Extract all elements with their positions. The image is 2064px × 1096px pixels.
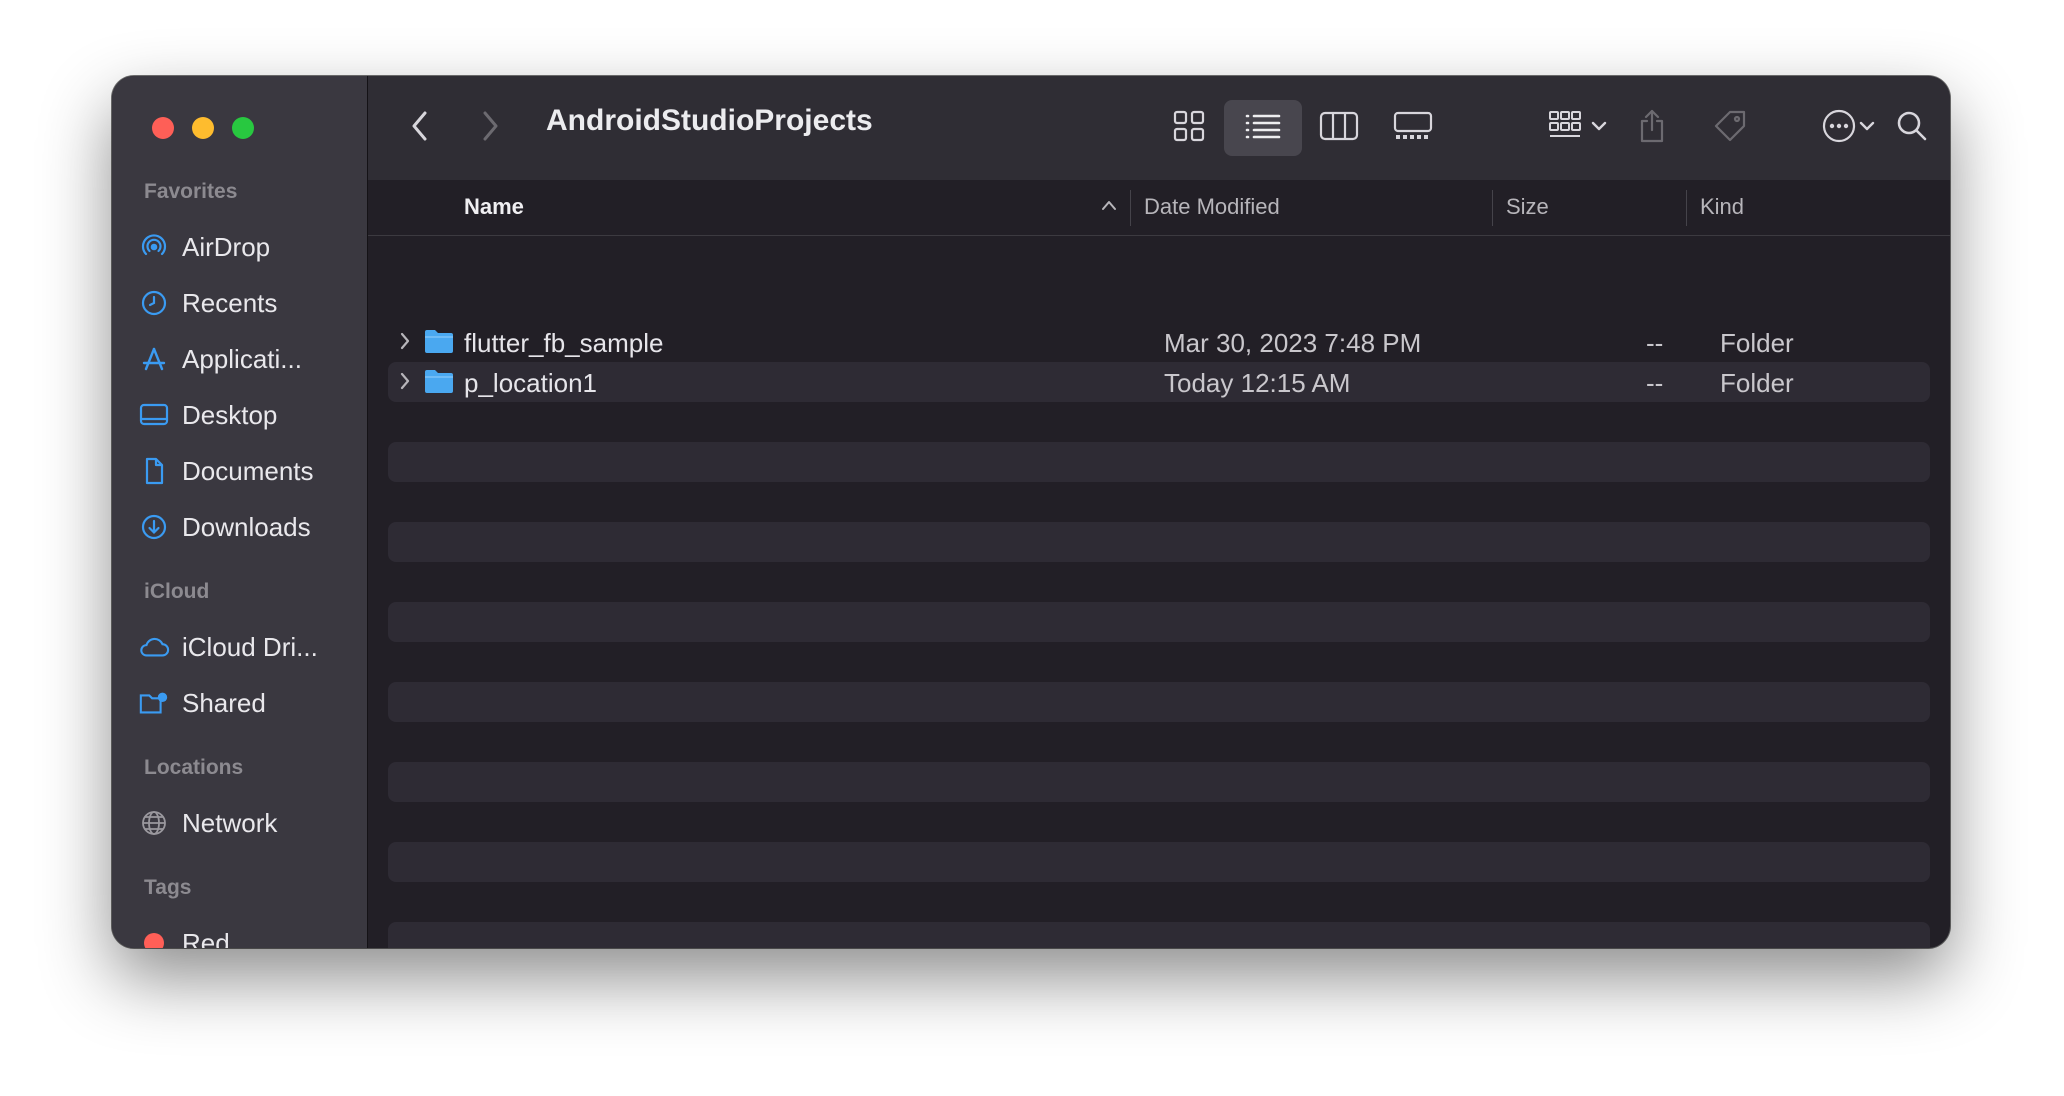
sidebar-item-label: Recents (182, 287, 278, 318)
globe-icon (138, 807, 170, 839)
column-divider[interactable] (1492, 190, 1493, 226)
applications-icon (138, 343, 170, 375)
sidebar: Favorites AirDrop Recents Applicati... D… (112, 76, 368, 948)
folder-icon (424, 368, 454, 399)
folder-icon (424, 328, 454, 359)
more-actions-button[interactable] (1808, 100, 1888, 156)
sidebar-item-label: Downloads (182, 511, 311, 542)
empty-row-stripe (388, 442, 1930, 482)
column-divider[interactable] (1130, 190, 1131, 226)
file-list: flutter_fb_sample Mar 30, 2023 7:48 PM -… (368, 236, 1950, 948)
window-title: AndroidStudioProjects (546, 104, 873, 137)
sidebar-item-shared[interactable]: Shared (138, 680, 360, 726)
sidebar-item-label: AirDrop (182, 231, 271, 262)
tag-icon (1712, 108, 1748, 149)
file-date: Today 12:15 AM (1164, 368, 1351, 398)
column-header-kind[interactable]: Kind (1700, 194, 1744, 220)
sidebar-item-label: Red (182, 927, 230, 949)
file-size: -- (1646, 368, 1664, 398)
empty-row-stripe (388, 762, 1930, 802)
column-divider[interactable] (1686, 190, 1687, 226)
empty-row-stripe (388, 682, 1930, 722)
close-window-button[interactable] (152, 117, 174, 139)
file-kind: Folder (1720, 328, 1794, 358)
chevron-right-icon (479, 109, 501, 148)
clock-icon (138, 287, 170, 319)
file-date: Mar 30, 2023 7:48 PM (1164, 328, 1422, 358)
sidebar-item-icloud-drive[interactable]: iCloud Dri... (138, 624, 360, 670)
icon-view-icon (1173, 110, 1205, 147)
shared-folder-icon (138, 687, 170, 719)
sidebar-item-tag-red[interactable]: Red (138, 920, 360, 948)
disclosure-chevron-icon[interactable] (398, 371, 412, 396)
column-header-name[interactable]: Name (464, 194, 524, 220)
sidebar-item-airdrop[interactable]: AirDrop (138, 224, 360, 270)
minimize-window-button[interactable] (192, 117, 214, 139)
empty-row-stripe (388, 602, 1930, 642)
group-by-icon (1548, 109, 1590, 148)
column-header: Name Date Modified Size Kind (368, 180, 1950, 236)
sidebar-section-tags: Tags (144, 876, 192, 899)
gallery-view-button[interactable] (1382, 100, 1444, 156)
file-size: -- (1646, 328, 1664, 358)
file-row[interactable]: flutter_fb_sample Mar 30, 2023 7:48 PM -… (388, 322, 1930, 362)
zoom-window-button[interactable] (232, 117, 254, 139)
empty-row-stripe (388, 522, 1930, 562)
column-view-icon (1319, 110, 1359, 147)
forward-button[interactable] (468, 106, 512, 150)
download-icon (138, 511, 170, 543)
sidebar-item-label: iCloud Dri... (182, 631, 318, 662)
red-tag-dot-icon (138, 927, 170, 948)
group-by-button[interactable] (1538, 100, 1618, 156)
chevron-down-icon (1590, 119, 1608, 137)
sort-ascending-icon (1100, 198, 1118, 217)
more-icon (1820, 107, 1858, 150)
disclosure-chevron-icon[interactable] (398, 331, 412, 356)
share-icon (1637, 108, 1667, 149)
gallery-view-icon (1393, 110, 1433, 147)
back-button[interactable] (398, 106, 442, 150)
sidebar-section-icloud: iCloud (144, 580, 210, 603)
list-view-icon (1244, 111, 1282, 146)
sidebar-item-desktop[interactable]: Desktop (138, 392, 360, 438)
empty-row-stripe (388, 922, 1930, 948)
file-row[interactable]: p_location1 Today 12:15 AM -- Folder (388, 362, 1930, 402)
finder-window: Favorites AirDrop Recents Applicati... D… (112, 76, 1950, 948)
sidebar-item-label: Documents (182, 455, 314, 486)
sidebar-item-label: Shared (182, 687, 266, 718)
icon-view-button[interactable] (1158, 100, 1220, 156)
sidebar-item-label: Network (182, 807, 278, 838)
sidebar-item-network[interactable]: Network (138, 800, 360, 846)
sidebar-section-favorites: Favorites (144, 180, 238, 203)
column-view-button[interactable] (1308, 100, 1370, 156)
sidebar-item-label: Applicati... (182, 343, 302, 374)
file-kind: Folder (1720, 368, 1794, 398)
chevron-down-icon (1858, 119, 1876, 137)
chevron-left-icon (409, 109, 431, 148)
document-icon (138, 455, 170, 487)
sidebar-item-downloads[interactable]: Downloads (138, 504, 360, 550)
search-icon (1894, 108, 1930, 149)
search-button[interactable] (1884, 100, 1940, 156)
sidebar-section-locations: Locations (144, 756, 244, 779)
desktop-icon (138, 399, 170, 431)
file-name: flutter_fb_sample (464, 328, 664, 358)
sidebar-item-label: Desktop (182, 399, 278, 430)
sidebar-item-recents[interactable]: Recents (138, 280, 360, 326)
list-view-button[interactable] (1224, 100, 1302, 156)
cloud-icon (138, 631, 170, 663)
file-name: p_location1 (464, 368, 597, 398)
sidebar-item-applications[interactable]: Applicati... (138, 336, 360, 382)
empty-row-stripe (388, 842, 1930, 882)
tag-button[interactable] (1702, 100, 1758, 156)
sidebar-item-documents[interactable]: Documents (138, 448, 360, 494)
toolbar: AndroidStudioProjects (368, 76, 1950, 181)
column-header-date-modified[interactable]: Date Modified (1144, 194, 1280, 220)
airdrop-icon (138, 231, 170, 263)
column-header-size[interactable]: Size (1506, 194, 1549, 220)
share-button[interactable] (1624, 100, 1680, 156)
